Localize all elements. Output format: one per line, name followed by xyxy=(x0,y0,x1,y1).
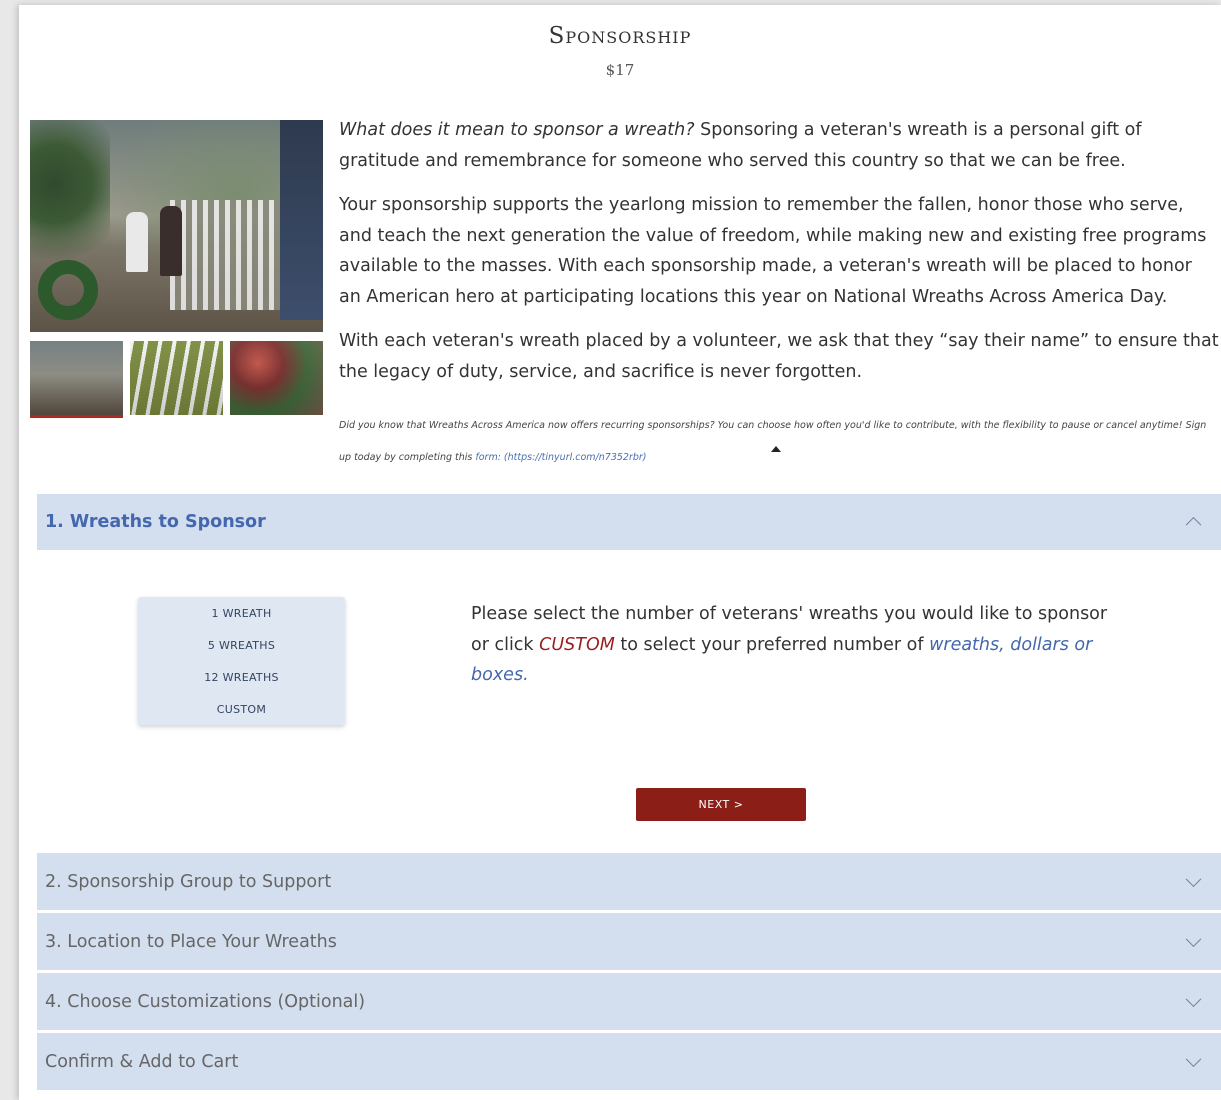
option-1-wreath[interactable]: 1 WREATH xyxy=(138,607,345,620)
volunteer-figure xyxy=(126,212,148,272)
recurring-form-link[interactable]: form: (https://tinyurl.com/n7352rbr) xyxy=(475,452,646,463)
chevron-down-icon[interactable] xyxy=(1185,930,1202,947)
accordion-step-4-label: 4. Choose Customizations (Optional) xyxy=(45,991,366,1012)
accordion-step-1-label: 1. Wreaths to Sponsor xyxy=(45,512,266,532)
headstones-shape xyxy=(170,200,280,310)
accordion-step-4[interactable]: 4. Choose Customizations (Optional) xyxy=(37,973,1221,1030)
accordion-step-3-label: 3. Location to Place Your Wreaths xyxy=(45,931,337,952)
product-price: $17 xyxy=(605,61,635,79)
chevron-down-icon[interactable] xyxy=(1185,1050,1202,1067)
volunteer-figure xyxy=(280,120,323,320)
volunteer-figure xyxy=(160,206,182,276)
recurring-note: Did you know that Wreaths Across America… xyxy=(339,410,1219,474)
product-title: Sponsorship xyxy=(548,23,692,49)
product-page: Sponsorship $17 What does it mean to spo… xyxy=(19,5,1221,1100)
chevron-down-icon[interactable] xyxy=(1185,870,1202,887)
option-5-wreaths[interactable]: 5 WREATHS xyxy=(138,639,345,652)
tree-shape xyxy=(30,120,110,280)
accordion-step-2-label: 2. Sponsorship Group to Support xyxy=(45,871,332,892)
instructions-custom: CUSTOM xyxy=(539,634,615,655)
product-description: What does it mean to sponsor a wreath? S… xyxy=(339,115,1219,401)
description-question: What does it mean to sponsor a wreath? xyxy=(339,120,695,140)
thumbnail-3[interactable] xyxy=(230,341,323,415)
description-paragraph-2: Your sponsorship supports the yearlong m… xyxy=(339,195,1207,307)
accordion-step-1[interactable]: 1. Wreaths to Sponsor xyxy=(37,494,1221,550)
accordion-step-3[interactable]: 3. Location to Place Your Wreaths xyxy=(37,913,1221,970)
quantity-options: 1 WREATH 5 WREATHS 12 WREATHS CUSTOM xyxy=(138,597,345,725)
option-custom[interactable]: CUSTOM xyxy=(138,703,345,716)
thumbnail-1[interactable] xyxy=(30,341,123,418)
accordion-step-2[interactable]: 2. Sponsorship Group to Support xyxy=(37,853,1221,910)
chevron-up-icon[interactable] xyxy=(1185,516,1202,533)
description-paragraph-1: What does it mean to sponsor a wreath? S… xyxy=(339,115,1219,176)
description-paragraph-3: With each veteran's wreath placed by a v… xyxy=(339,331,1219,382)
accordion-step-5[interactable]: Confirm & Add to Cart xyxy=(37,1033,1221,1090)
main-product-image[interactable] xyxy=(30,120,323,332)
option-12-wreaths[interactable]: 12 WREATHS xyxy=(138,671,345,684)
next-button[interactable]: NEXT > xyxy=(636,788,806,821)
chevron-down-icon[interactable] xyxy=(1185,990,1202,1007)
recurring-note-text: Did you know that Wreaths Across America… xyxy=(339,420,1207,463)
instructions-text-2: to select your preferred number of xyxy=(614,634,930,655)
quantity-instructions: Please select the number of veterans' wr… xyxy=(471,599,1121,691)
accordion-step-5-label: Confirm & Add to Cart xyxy=(45,1051,239,1072)
wreath-shape xyxy=(38,260,98,320)
thumbnail-2[interactable] xyxy=(130,341,223,415)
instructions-end: . xyxy=(523,665,529,685)
caret-up-icon[interactable] xyxy=(771,446,781,452)
